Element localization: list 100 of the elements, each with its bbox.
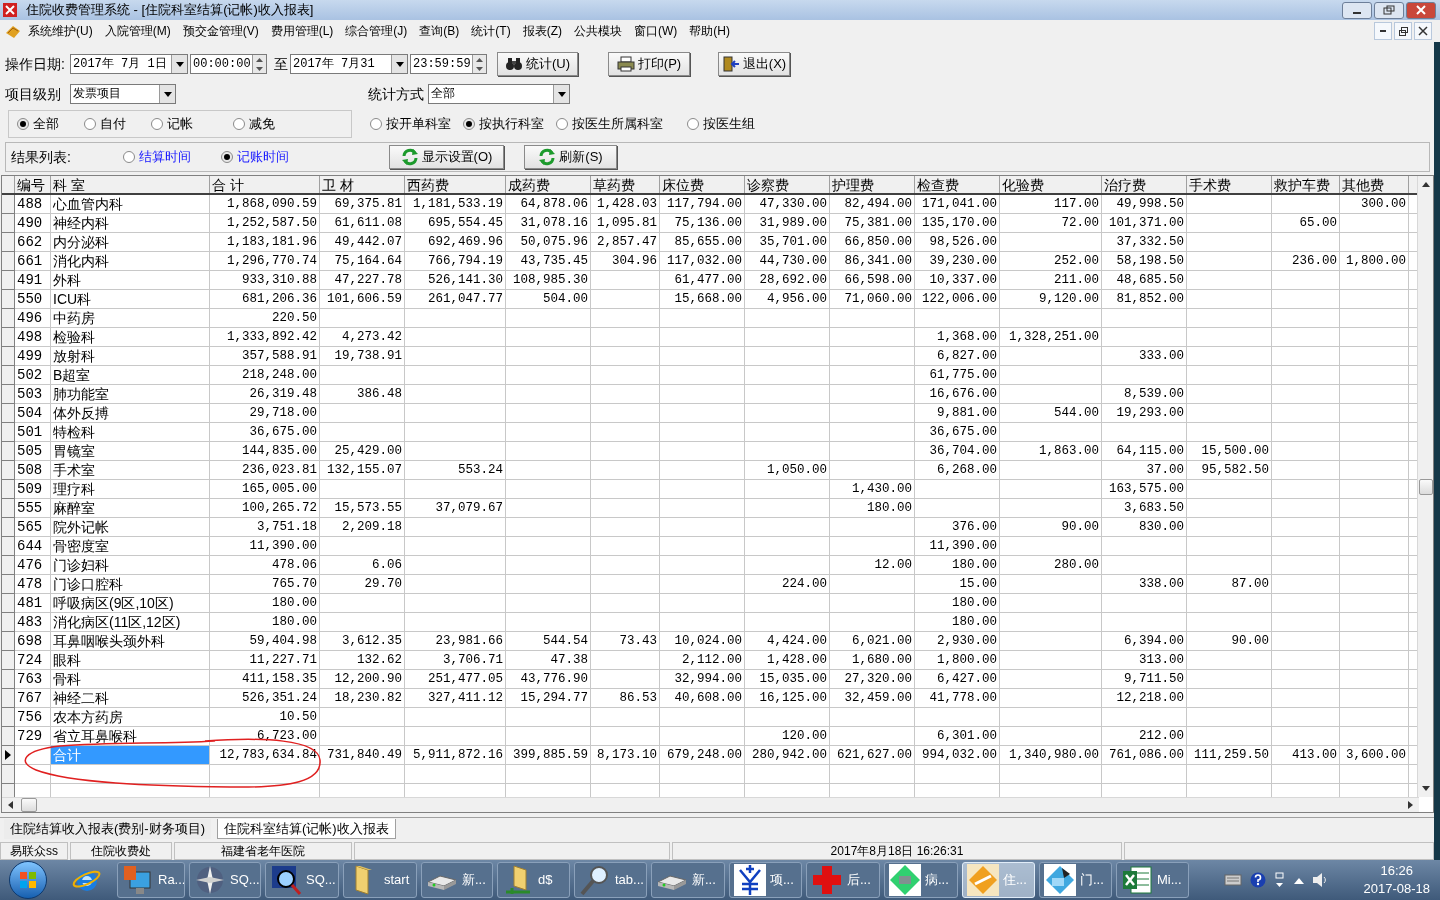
menu-item[interactable]: 窗口(W) [628, 22, 684, 40]
radio-button[interactable]: 按医生组 [687, 114, 755, 134]
clock-date[interactable]: 2017-08-18 [1363, 880, 1430, 898]
taskbar-button[interactable]: tab... [574, 862, 647, 898]
radio-button[interactable]: 全部 [17, 114, 59, 134]
close-button[interactable] [1406, 1, 1436, 19]
date-field[interactable]: 2017年 7月31 [290, 54, 408, 74]
radio-indicator[interactable] [84, 118, 96, 130]
taskbar-button[interactable]: 项... [729, 862, 802, 898]
menu-item[interactable]: 公共模块 [568, 22, 628, 40]
row-header[interactable] [2, 746, 15, 765]
radio-indicator[interactable] [687, 118, 699, 130]
table-cell: 神经二科 [51, 689, 210, 708]
start-button[interactable] [9, 861, 47, 899]
scroll-thumb[interactable] [21, 798, 37, 812]
radio-indicator[interactable] [17, 118, 29, 130]
column-header[interactable]: 成药费 [506, 176, 591, 193]
taskbar-button[interactable]: d$ [497, 862, 570, 898]
radio-indicator[interactable] [556, 118, 568, 130]
table-cell: 48,685.50 [1102, 271, 1187, 290]
scroll-thumb[interactable] [1418, 479, 1433, 495]
toolbar-button[interactable]: 退出(X) [718, 52, 790, 76]
taskbar-button[interactable]: Mi... [1116, 862, 1189, 898]
menu-item[interactable]: 系统维护(U) [22, 22, 99, 40]
menu-item[interactable]: 综合管理(J) [339, 22, 414, 40]
mdi-close-button[interactable] [1414, 22, 1432, 40]
radio-indicator[interactable] [463, 118, 475, 130]
column-header[interactable]: 卫 材 [320, 176, 405, 193]
spin-buttons[interactable] [472, 55, 486, 73]
column-header[interactable]: 草药费 [591, 176, 660, 193]
column-header[interactable]: 西药费 [405, 176, 506, 193]
table-cell: 681,206.36 [210, 290, 320, 309]
taskbar-button[interactable]: 门... [1039, 862, 1112, 898]
table-cell: 165,005.00 [210, 480, 320, 499]
menu-item[interactable]: 入院管理(M) [98, 22, 177, 40]
column-header[interactable]: 检查费 [915, 176, 1000, 193]
select-field[interactable]: 全部 [428, 84, 570, 104]
column-header[interactable]: 救护车费 [1272, 176, 1340, 193]
spin-buttons[interactable] [252, 55, 266, 73]
radio-button[interactable]: 减免 [233, 114, 275, 134]
time-field[interactable]: 23:59:59 [410, 54, 487, 74]
column-header[interactable]: 治疗费 [1102, 176, 1187, 193]
select-field[interactable]: 发票项目 [70, 84, 176, 104]
dropdown-button[interactable] [171, 55, 187, 73]
radio-button[interactable]: 记账时间 [221, 147, 289, 167]
dropdown-button[interactable] [391, 55, 407, 73]
menu-item[interactable]: 帮助(H) [683, 22, 736, 40]
horizontal-scrollbar[interactable] [2, 797, 1419, 812]
taskbar-button[interactable]: 病... [884, 862, 958, 898]
taskbar-button[interactable]: 后... [806, 862, 880, 898]
table-cell: 特检科 [51, 423, 210, 442]
column-header[interactable]: 其他费 [1340, 176, 1409, 193]
date-field[interactable]: 2017年 7月 1日 [70, 54, 188, 74]
taskbar-button[interactable]: 新... [421, 862, 493, 898]
column-header[interactable]: 科 室 [51, 176, 210, 193]
radio-indicator[interactable] [123, 151, 135, 163]
menu-item[interactable]: 报表(Z) [516, 22, 568, 40]
restore-button[interactable] [1374, 1, 1404, 19]
radio-indicator[interactable] [233, 118, 245, 130]
column-header[interactable]: 床位费 [660, 176, 745, 193]
toolbar-button[interactable]: 显示设置(O) [389, 145, 504, 169]
radio-indicator[interactable] [221, 151, 233, 163]
radio-button[interactable]: 按医生所属科室 [556, 114, 663, 134]
mdi-restore-button[interactable] [1394, 22, 1412, 40]
radio-indicator[interactable] [151, 118, 163, 130]
radio-button[interactable]: 结算时间 [123, 147, 191, 167]
taskbar-button[interactable]: Ra... [117, 862, 185, 898]
taskbar-button[interactable]: start [343, 862, 417, 898]
column-header[interactable]: 编号 [15, 176, 51, 193]
dropdown-button[interactable] [553, 85, 569, 103]
toolbar-button[interactable]: 打印(P) [608, 52, 690, 76]
menu-item[interactable]: 查询(B) [413, 22, 466, 40]
column-header[interactable]: 手术费 [1187, 176, 1272, 193]
radio-indicator[interactable] [370, 118, 382, 130]
taskbar-button[interactable]: SQ... [189, 862, 261, 898]
table-cell: 11,227.71 [210, 651, 320, 670]
toolbar-button[interactable]: 刷新(S) [524, 145, 617, 169]
minimize-button[interactable] [1342, 1, 1372, 19]
clock-time[interactable]: 16:26 [1380, 862, 1413, 880]
report-tab[interactable]: 住院结算收入报表(费别-财务项目) [4, 819, 211, 839]
menu-item[interactable]: 费用管理(L) [264, 22, 340, 40]
menu-item[interactable]: 预交金管理(V) [176, 22, 265, 40]
radio-button[interactable]: 自付 [84, 114, 126, 134]
report-tab[interactable]: 住院科室结算(记帐)收入报表 [217, 819, 396, 839]
radio-button[interactable]: 记帐 [151, 114, 193, 134]
taskbar-button[interactable]: 新... [651, 862, 725, 898]
column-header[interactable]: 护理费 [830, 176, 915, 193]
column-header[interactable]: 合 计 [210, 176, 320, 193]
radio-button[interactable]: 按开单科室 [370, 114, 451, 134]
column-header[interactable]: 化验费 [1000, 176, 1102, 193]
mdi-minimize-button[interactable] [1374, 22, 1392, 40]
toolbar-button[interactable]: 统计(U) [497, 52, 578, 76]
column-header[interactable]: 诊察费 [745, 176, 830, 193]
dropdown-button[interactable] [159, 85, 175, 103]
menu-item[interactable]: 统计(T) [465, 22, 517, 40]
radio-button[interactable]: 按执行科室 [463, 114, 544, 134]
time-field[interactable]: 00:00:00 [190, 54, 267, 74]
table-cell [1272, 518, 1340, 537]
taskbar-button[interactable]: SQ... [265, 862, 339, 898]
vertical-scrollbar[interactable] [1417, 176, 1433, 797]
